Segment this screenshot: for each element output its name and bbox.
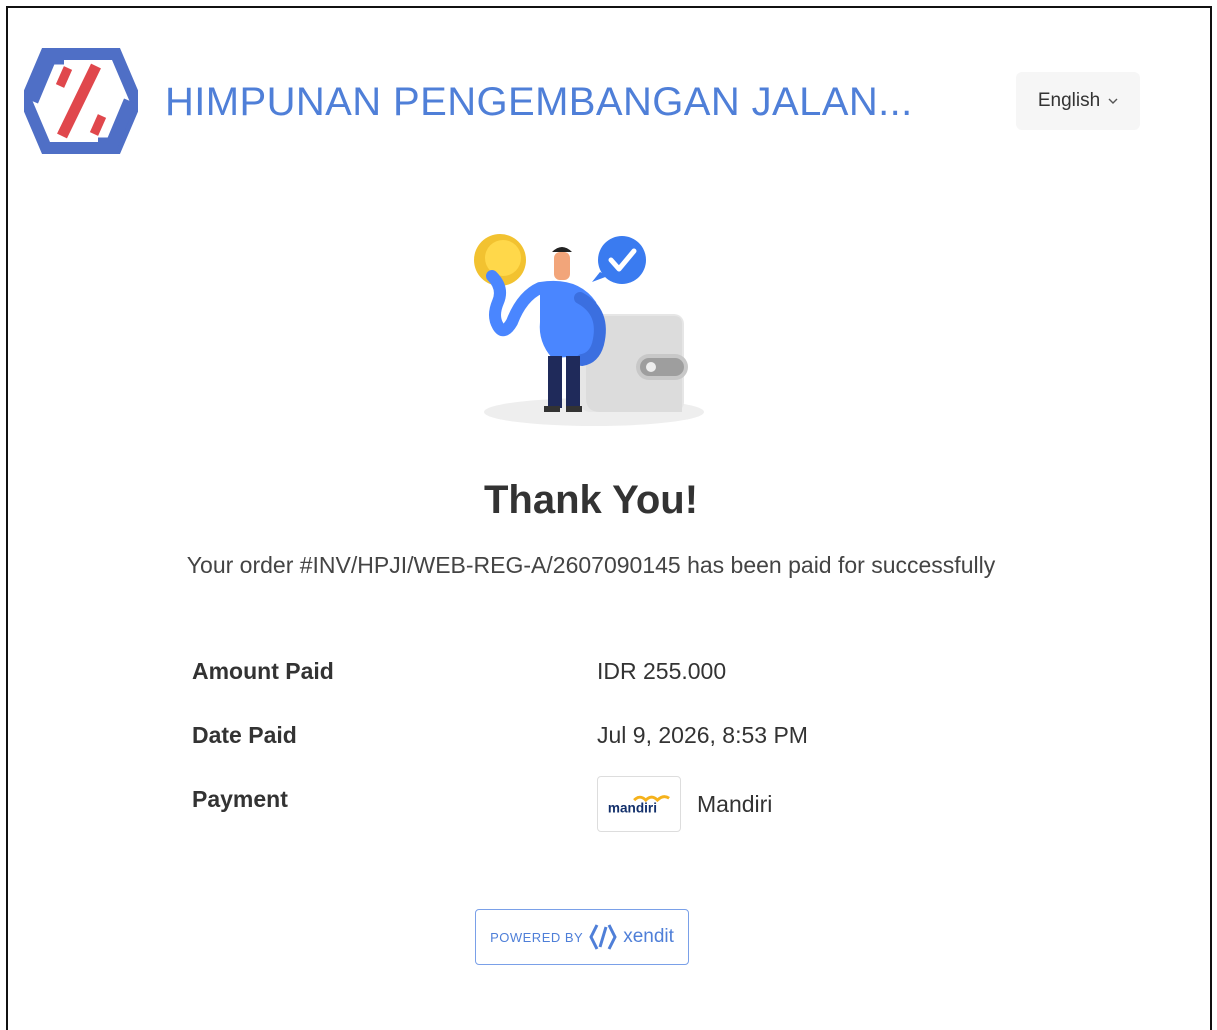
amount-paid-label: Amount Paid	[192, 658, 334, 684]
date-paid-row: Date Paid Jul 9, 2026, 8:53 PM	[192, 712, 892, 776]
mandiri-logo-icon: mandiri	[597, 776, 681, 832]
amount-paid-row: Amount Paid IDR 255.000	[192, 648, 892, 712]
payment-method-value: mandiri Mandiri	[597, 776, 772, 832]
payment-details: Amount Paid IDR 255.000 Date Paid Jul 9,…	[192, 648, 892, 840]
powered-by-label: POWERED BY	[490, 929, 584, 945]
amount-paid-value: IDR 255.000	[597, 658, 727, 684]
mandiri-logo-mark: mandiri	[608, 795, 670, 816]
xendit-label: xendit	[623, 926, 674, 947]
hpji-logo-icon	[24, 48, 138, 154]
payment-success-illustration	[474, 234, 704, 426]
chevron-down-icon	[1108, 98, 1118, 104]
language-select[interactable]: English	[1016, 72, 1140, 130]
payment-method-name: Mandiri	[697, 790, 773, 817]
payment-method-row: Payment mandiri Mandiri	[192, 776, 892, 840]
date-paid-label: Date Paid	[192, 722, 297, 748]
payment-method-label: Payment	[192, 786, 288, 812]
organization-title: HIMPUNAN PENGEMBANGAN JALAN...	[165, 80, 913, 124]
order-confirmation-message: Your order #INV/HPJI/WEB-REG-A/260709014…	[186, 552, 996, 578]
thank-you-heading: Thank You!	[483, 478, 699, 522]
page-frame: HIMPUNAN PENGEMBANGAN JALAN... English T…	[6, 6, 1212, 1030]
date-paid-value: Jul 9, 2026, 8:53 PM	[597, 722, 808, 748]
language-select-value: English	[1037, 90, 1101, 111]
xendit-logo-icon	[589, 924, 617, 950]
powered-by-xendit-badge[interactable]: POWERED BY xendit	[475, 909, 689, 965]
header: HIMPUNAN PENGEMBANGAN JALAN... English	[24, 44, 1194, 154]
mandiri-logo-text: mandiri	[608, 801, 657, 816]
